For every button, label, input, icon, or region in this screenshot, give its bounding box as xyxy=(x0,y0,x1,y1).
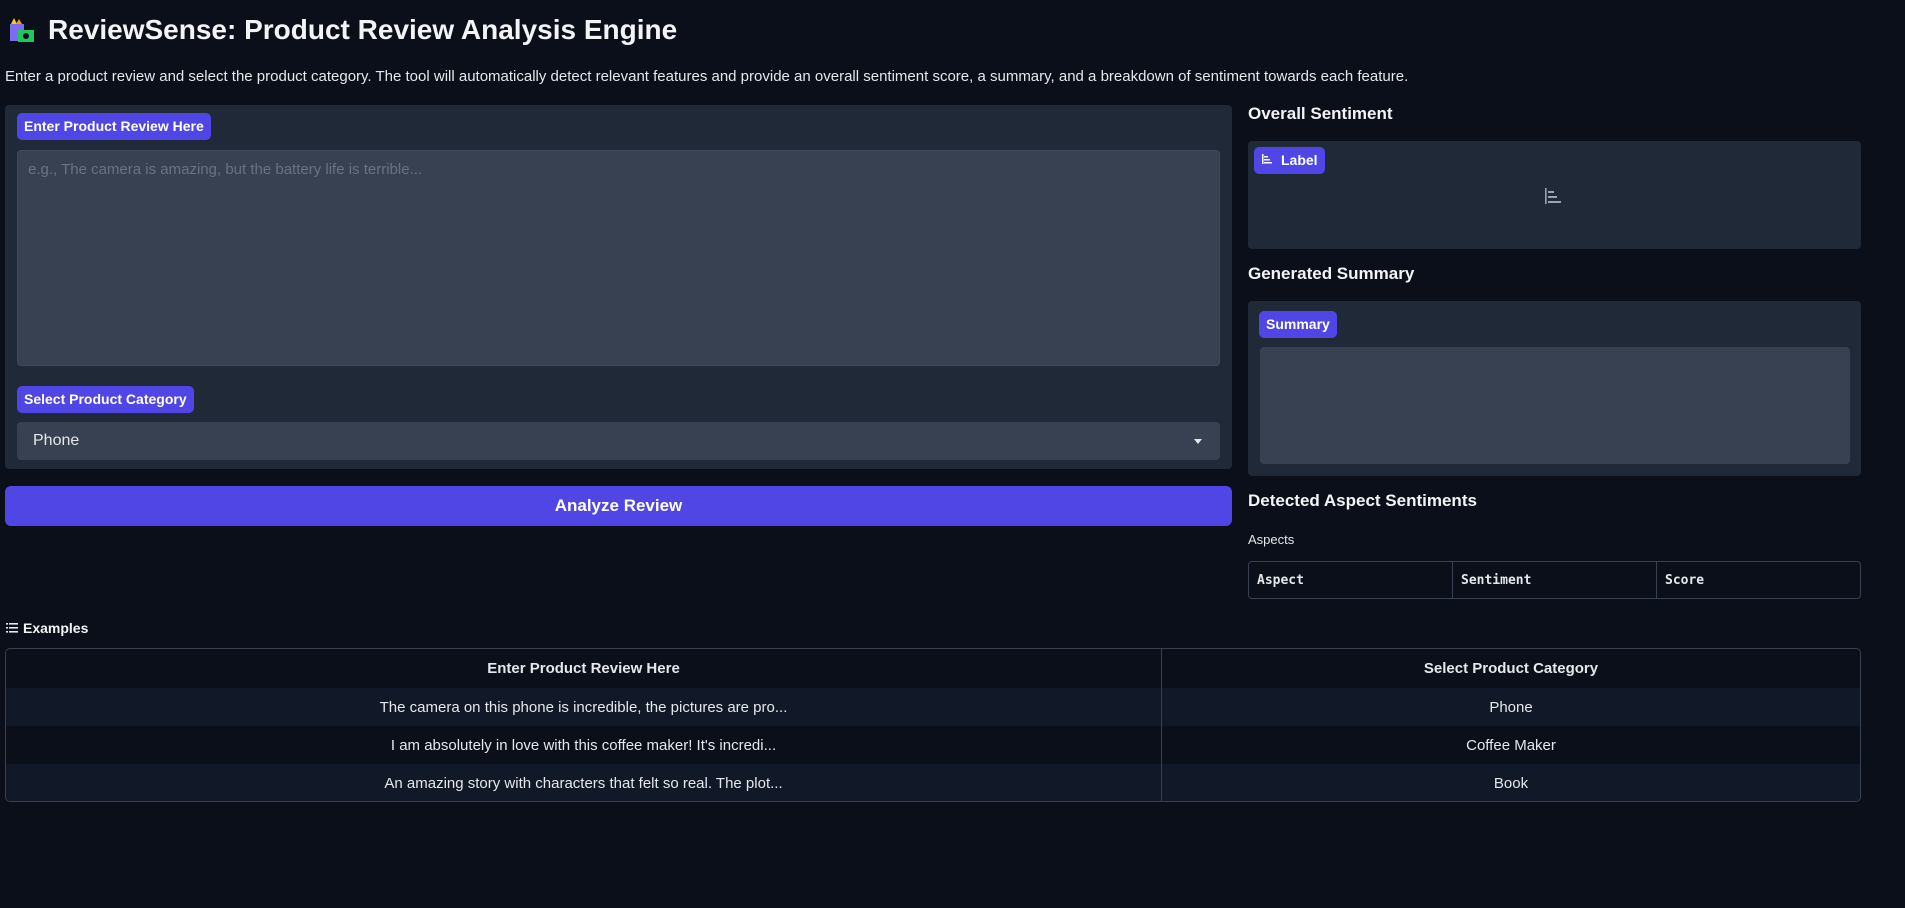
examples-heading: Examples xyxy=(6,620,88,636)
label-pill: Label xyxy=(1254,147,1325,174)
summary-box: Summary xyxy=(1248,301,1861,476)
example-review: An amazing story with characters that fe… xyxy=(6,764,1162,801)
chevron-down-icon xyxy=(1194,438,1202,444)
aspects-col-score[interactable]: Score xyxy=(1657,562,1860,598)
category-dropdown[interactable]: Phone xyxy=(17,422,1220,460)
aspects-col-aspect[interactable]: Aspect xyxy=(1249,562,1453,598)
example-row[interactable]: I am absolutely in love with this coffee… xyxy=(6,726,1860,764)
example-row[interactable]: The camera on this phone is incredible, … xyxy=(6,688,1860,726)
examples-col-review: Enter Product Review Here xyxy=(6,649,1162,688)
examples-col-category: Select Product Category xyxy=(1423,660,1599,677)
overall-sentiment-box: Label xyxy=(1248,141,1861,249)
summary-pill: Summary xyxy=(1259,311,1337,338)
example-category: Book xyxy=(1493,774,1529,792)
overall-sentiment-heading: Overall Sentiment xyxy=(1248,104,1393,123)
aspects-col-sentiment[interactable]: Sentiment xyxy=(1453,562,1657,598)
example-category: Coffee Maker xyxy=(1466,736,1556,754)
example-review: I am absolutely in love with this coffee… xyxy=(6,726,1162,764)
category-label: Select Product Category xyxy=(17,386,194,413)
summary-output[interactable] xyxy=(1260,347,1850,464)
example-review: The camera on this phone is incredible, … xyxy=(6,688,1162,726)
list-icon xyxy=(6,620,18,636)
review-label-text: Enter Product Review Here xyxy=(24,118,204,134)
category-selected-value: Phone xyxy=(33,432,80,449)
logo-icon xyxy=(8,16,36,44)
example-category: Phone xyxy=(1489,698,1533,716)
label-pill-text: Label xyxy=(1281,152,1318,168)
chart-icon xyxy=(1261,147,1273,174)
chart-placeholder-icon xyxy=(1544,187,1562,210)
example-row[interactable]: An amazing story with characters that fe… xyxy=(6,764,1860,801)
examples-heading-text: Examples xyxy=(23,620,89,636)
review-input[interactable] xyxy=(17,150,1220,366)
review-label: Enter Product Review Here xyxy=(17,113,211,140)
summary-pill-text: Summary xyxy=(1266,316,1330,332)
generated-summary-heading: Generated Summary xyxy=(1248,264,1415,283)
input-panel: Enter Product Review Here Select Product… xyxy=(5,105,1232,469)
analyze-button[interactable]: Analyze Review xyxy=(5,486,1232,526)
aspects-table: Aspect Sentiment Score xyxy=(1248,561,1861,599)
aspects-label: Aspects xyxy=(1248,532,1295,547)
page-title: ReviewSense: Product Review Analysis Eng… xyxy=(48,14,678,45)
examples-table: Enter Product Review Here Select Product… xyxy=(5,648,1861,802)
category-label-text: Select Product Category xyxy=(24,391,187,407)
page-description: Enter a product review and select the pr… xyxy=(5,68,1409,85)
examples-header-row: Enter Product Review Here Select Product… xyxy=(6,649,1860,688)
app-header: ReviewSense: Product Review Analysis Eng… xyxy=(8,14,677,46)
aspects-heading: Detected Aspect Sentiments xyxy=(1248,491,1477,510)
